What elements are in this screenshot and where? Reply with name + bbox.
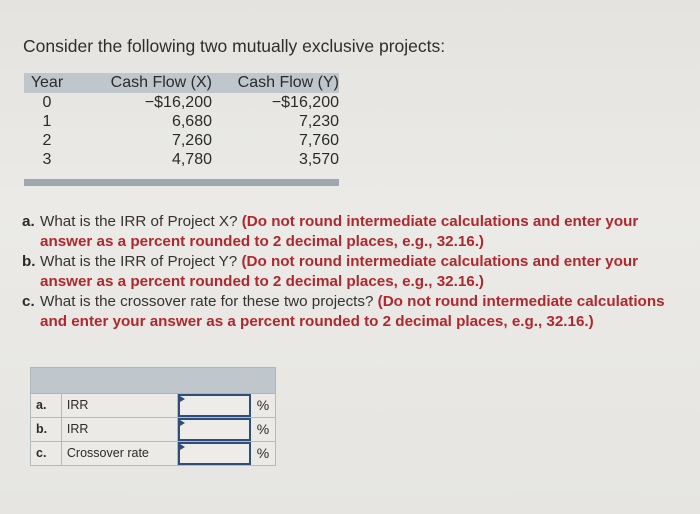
answer-table-header bbox=[30, 367, 276, 394]
table-bottom-bar bbox=[24, 179, 339, 186]
question-label: c. bbox=[22, 293, 35, 310]
year-cell: 3 bbox=[42, 150, 52, 168]
percent-unit: % bbox=[256, 445, 270, 461]
cash-flow-x-cell: 7,260 bbox=[171, 131, 212, 149]
percent-unit: % bbox=[256, 397, 270, 413]
cash-flow-header: Year Cash Flow (X) Cash Flow (Y) bbox=[24, 73, 339, 93]
answer-label: b. bbox=[31, 418, 62, 441]
cash-flow-y-cell: 7,230 bbox=[298, 112, 339, 130]
answer-row-b: b. IRR % bbox=[30, 418, 276, 442]
cash-flow-table: Year Cash Flow (X) Cash Flow (Y) 0 −$16,… bbox=[24, 73, 339, 169]
questions-list: a. What is the IRR of Project X? (Do not… bbox=[22, 212, 682, 332]
answer-label: a. bbox=[31, 394, 62, 417]
answer-row-c: c. Crossover rate % bbox=[30, 442, 276, 466]
answer-name: Crossover rate bbox=[62, 442, 179, 465]
year-cell: 2 bbox=[42, 131, 52, 149]
question-text: What is the crossover rate for these two… bbox=[40, 293, 378, 310]
question-label: a. bbox=[22, 213, 35, 230]
year-cell: 1 bbox=[42, 112, 52, 130]
question-text: What is the IRR of Project X? bbox=[40, 213, 242, 230]
year-cell: 0 bbox=[42, 93, 52, 111]
table-row: 3 4,780 3,570 bbox=[24, 150, 339, 169]
intro-text: Consider the following two mutually excl… bbox=[23, 36, 446, 56]
cash-flow-x-cell: −$16,200 bbox=[144, 93, 212, 111]
answer-label: c. bbox=[31, 442, 62, 465]
question-a: a. What is the IRR of Project X? (Do not… bbox=[22, 212, 682, 252]
header-cash-flow-y: Cash Flow (Y) bbox=[237, 74, 339, 91]
question-c: c. What is the crossover rate for these … bbox=[22, 292, 682, 332]
answer-row-a: a. IRR % bbox=[30, 394, 276, 418]
table-row: 0 −$16,200 −$16,200 bbox=[24, 93, 339, 112]
cash-flow-x-cell: 4,780 bbox=[171, 150, 212, 168]
cash-flow-y-cell: 7,760 bbox=[298, 131, 339, 149]
question-label: b. bbox=[22, 253, 36, 270]
percent-unit: % bbox=[256, 421, 270, 437]
answer-name: IRR bbox=[62, 418, 179, 441]
answer-table: a. IRR % b. IRR % c. Crossover rate % bbox=[30, 367, 276, 466]
question-b: b. What is the IRR of Project Y? (Do not… bbox=[22, 252, 682, 292]
irr-x-input[interactable] bbox=[178, 394, 252, 417]
cash-flow-y-cell: 3,570 bbox=[298, 150, 339, 168]
answer-name: IRR bbox=[62, 394, 179, 417]
crossover-rate-input[interactable] bbox=[178, 442, 252, 465]
question-text: What is the IRR of Project Y? bbox=[40, 253, 242, 270]
cash-flow-y-cell: −$16,200 bbox=[271, 93, 339, 111]
table-row: 1 6,680 7,230 bbox=[24, 112, 339, 131]
irr-y-input[interactable] bbox=[178, 418, 252, 441]
table-row: 2 7,260 7,760 bbox=[24, 131, 339, 150]
header-year: Year bbox=[30, 74, 64, 91]
cash-flow-x-cell: 6,680 bbox=[171, 112, 212, 130]
header-cash-flow-x: Cash Flow (X) bbox=[110, 74, 212, 91]
